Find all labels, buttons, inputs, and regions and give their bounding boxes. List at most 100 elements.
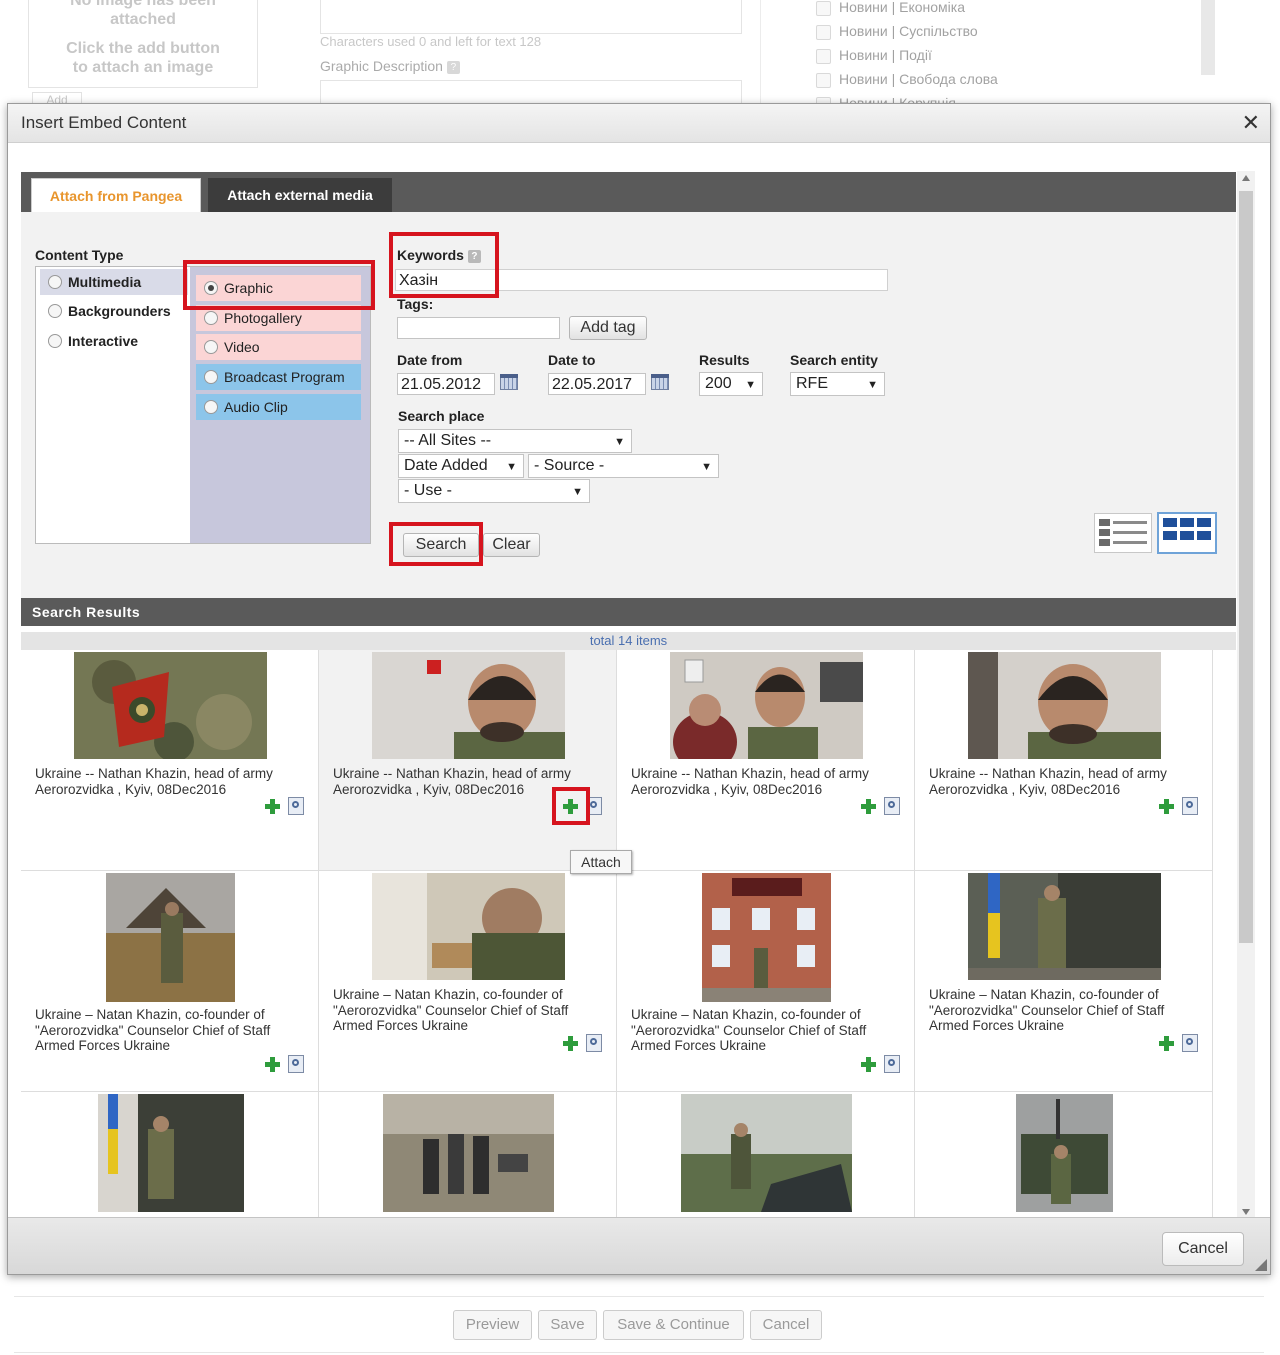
radio[interactable] xyxy=(48,304,62,319)
result-item[interactable]: Ukraine -- Nathan Khazin, head of army A… xyxy=(21,650,319,871)
preview-icon[interactable] xyxy=(586,1034,602,1052)
checkbox[interactable] xyxy=(816,72,831,88)
attach-icon[interactable] xyxy=(1157,1034,1175,1052)
scroll-down-icon[interactable] xyxy=(1242,1209,1250,1215)
close-icon[interactable]: ✕ xyxy=(1242,110,1260,136)
result-thumbnail[interactable] xyxy=(670,652,863,759)
save-continue-button[interactable]: Save & Continue xyxy=(603,1310,744,1340)
result-thumbnail[interactable] xyxy=(1016,1094,1113,1212)
date-from-input[interactable]: 21.05.2012 xyxy=(397,373,495,395)
category-item[interactable]: Новини | Суспільство xyxy=(816,19,998,43)
add-tag-button[interactable]: Add tag xyxy=(569,316,647,340)
source-select[interactable]: - Source - ▼ xyxy=(528,454,719,478)
result-item[interactable]: Ukraine – Natan Khazin, co-founder of "A… xyxy=(915,871,1213,1092)
radio[interactable] xyxy=(48,334,62,349)
result-thumbnail[interactable] xyxy=(372,652,565,759)
main-type-multimedia[interactable]: Multimedia xyxy=(40,269,188,295)
category-item[interactable]: Новини | Свобода слова xyxy=(816,67,998,91)
sub-type-broadcast-program[interactable]: Broadcast Program xyxy=(196,364,361,390)
result-item[interactable] xyxy=(915,1092,1213,1218)
use-select[interactable]: - Use - ▼ xyxy=(398,479,590,503)
search-button[interactable]: Search xyxy=(403,533,479,557)
radio[interactable] xyxy=(48,275,62,290)
preview-icon[interactable] xyxy=(1182,1034,1198,1052)
result-item[interactable]: Ukraine -- Nathan Khazin, head of army A… xyxy=(915,650,1213,871)
grid-view-toggle[interactable] xyxy=(1157,512,1217,554)
sub-type-audio-clip[interactable]: Audio Clip xyxy=(196,394,361,420)
radio[interactable] xyxy=(204,400,218,415)
attach-icon[interactable] xyxy=(561,1034,579,1052)
save-button[interactable]: Save xyxy=(538,1310,597,1340)
list-view-toggle[interactable] xyxy=(1094,513,1152,553)
preview-icon[interactable] xyxy=(288,797,304,815)
preview-icon[interactable] xyxy=(586,797,602,815)
sites-select[interactable]: -- All Sites -- ▼ xyxy=(398,429,632,453)
sub-type-video[interactable]: Video xyxy=(196,334,361,360)
tab-attach-external-media[interactable]: Attach external media xyxy=(208,178,392,212)
result-item[interactable] xyxy=(617,1092,915,1218)
result-thumbnail[interactable] xyxy=(383,1094,554,1212)
radio[interactable] xyxy=(204,340,218,355)
main-type-interactive[interactable]: Interactive xyxy=(40,328,188,354)
text-area[interactable] xyxy=(320,0,742,34)
attach-icon[interactable] xyxy=(859,797,877,815)
scroll-thumb[interactable] xyxy=(1239,191,1253,943)
checkbox[interactable] xyxy=(816,0,831,16)
attach-icon[interactable] xyxy=(859,1055,877,1073)
attach-icon[interactable] xyxy=(561,797,579,815)
category-item[interactable]: Новини | Економіка xyxy=(816,0,998,19)
main-type-backgrounders[interactable]: Backgrounders xyxy=(40,298,188,324)
result-caption: Ukraine – Natan Khazin, co-founder of "A… xyxy=(35,1007,271,1053)
page-cancel-button[interactable]: Cancel xyxy=(750,1310,822,1340)
date-to-input[interactable]: 22.05.2017 xyxy=(548,373,646,395)
result-thumbnail[interactable] xyxy=(372,873,565,980)
result-item[interactable] xyxy=(319,1092,617,1218)
result-thumbnail[interactable] xyxy=(968,652,1161,759)
preview-icon[interactable] xyxy=(884,797,900,815)
preview-icon[interactable] xyxy=(288,1055,304,1073)
attach-icon[interactable] xyxy=(1157,797,1175,815)
sort-select[interactable]: Date Added ▼ xyxy=(398,454,524,478)
search-place-label: Search place xyxy=(398,408,485,424)
calendar-icon[interactable] xyxy=(651,374,669,390)
modal-scrollbar[interactable] xyxy=(1237,171,1255,1218)
preview-icon[interactable] xyxy=(884,1055,900,1073)
result-thumbnail[interactable] xyxy=(98,1094,244,1212)
result-thumbnail[interactable] xyxy=(702,873,831,1002)
result-thumbnail[interactable] xyxy=(74,652,267,759)
resize-grip-icon[interactable] xyxy=(1255,1259,1267,1271)
radio-selected[interactable] xyxy=(204,281,218,296)
keywords-input[interactable]: Хазін xyxy=(395,269,888,291)
result-item[interactable] xyxy=(21,1092,319,1218)
preview-button[interactable]: Preview xyxy=(453,1310,532,1340)
preview-icon[interactable] xyxy=(1182,797,1198,815)
calendar-icon[interactable] xyxy=(500,374,518,390)
modal-titlebar[interactable]: Insert Embed Content ✕ xyxy=(8,104,1270,143)
tab-attach-from-pangea[interactable]: Attach from Pangea xyxy=(31,178,201,212)
category-item[interactable]: Новини | Події xyxy=(816,43,998,67)
result-thumbnail[interactable] xyxy=(681,1094,852,1212)
result-item[interactable]: Ukraine – Natan Khazin, co-founder of "A… xyxy=(617,871,915,1092)
results-select[interactable]: 200 ▼ xyxy=(699,372,763,396)
result-thumbnail[interactable] xyxy=(968,873,1161,980)
sub-type-photogallery[interactable]: Photogallery xyxy=(196,305,361,331)
clear-button[interactable]: Clear xyxy=(483,533,540,557)
cancel-button[interactable]: Cancel xyxy=(1162,1232,1244,1266)
date-from-label: Date from xyxy=(397,352,463,368)
sub-type-graphic[interactable]: Graphic xyxy=(196,275,361,301)
checkbox[interactable] xyxy=(816,24,831,40)
result-thumbnail[interactable] xyxy=(106,873,235,1002)
attach-icon[interactable] xyxy=(263,797,281,815)
tags-input[interactable] xyxy=(397,317,560,339)
checkbox[interactable] xyxy=(816,48,831,64)
attach-icon[interactable] xyxy=(263,1055,281,1073)
result-item[interactable]: Ukraine – Natan Khazin, co-founder of "A… xyxy=(319,871,617,1092)
radio[interactable] xyxy=(204,370,218,385)
radio[interactable] xyxy=(204,311,218,326)
category-scrollbar[interactable] xyxy=(1201,0,1215,75)
result-item[interactable]: Ukraine -- Nathan Khazin, head of army A… xyxy=(617,650,915,871)
result-item[interactable]: Ukraine -- Nathan Khazin, head of army A… xyxy=(319,650,617,871)
result-item[interactable]: Ukraine – Natan Khazin, co-founder of "A… xyxy=(21,871,319,1092)
search-entity-select[interactable]: RFE ▼ xyxy=(790,372,885,396)
scroll-up-icon[interactable] xyxy=(1242,175,1250,181)
